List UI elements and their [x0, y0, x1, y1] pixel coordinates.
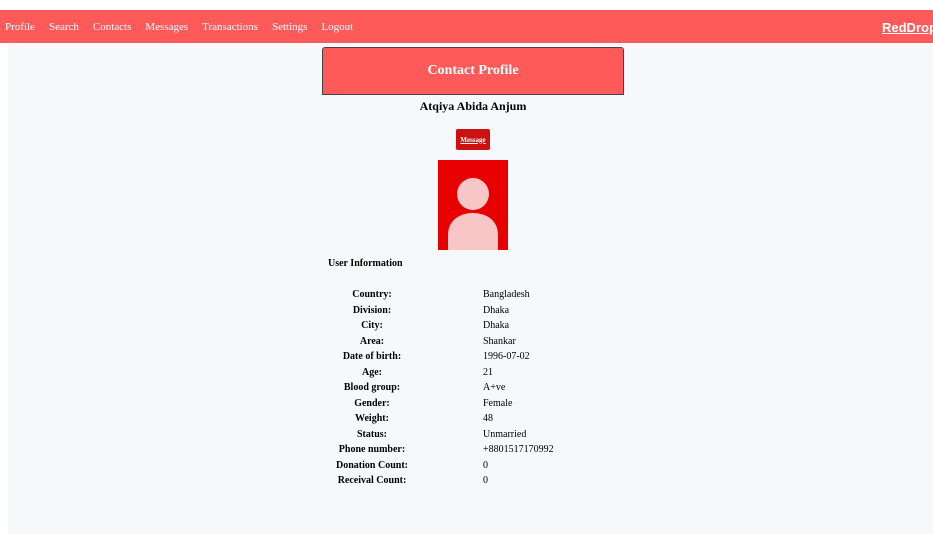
contact-name: Atqiya Abida Anjum	[419, 99, 527, 113]
brand-logo[interactable]: RedDrop	[881, 14, 933, 40]
top-navbar: Profile Search Contacts Messages Transac…	[0, 10, 933, 43]
info-value: Dhaka	[483, 304, 510, 316]
user-information-heading: User Information	[328, 258, 403, 269]
nav-contacts-link[interactable]: Contacts	[93, 21, 132, 33]
info-row-phone-number: Phone number: +8801517170992	[316, 442, 554, 458]
info-row-division: Division: Dhaka	[316, 303, 554, 319]
info-label: Area:	[359, 335, 385, 347]
nav-links: Profile Search Contacts Messages Transac…	[0, 21, 367, 33]
info-label: Weight:	[355, 413, 389, 425]
info-row-age: Age: 21	[316, 365, 554, 381]
info-value: Bangladesh	[483, 289, 530, 301]
info-value: Unmarried	[483, 428, 527, 440]
page: Profile Search Contacts Messages Transac…	[0, 0, 933, 534]
info-label: Gender:	[354, 397, 390, 409]
info-row-gender: Gender: Female	[316, 396, 554, 412]
info-row-donation-count: Donation Count: 0	[316, 458, 554, 474]
info-value: 0	[483, 475, 488, 487]
info-row-status: Status: Unmarried	[316, 427, 554, 443]
info-label: Phone number:	[338, 444, 406, 456]
info-row-blood-group: Blood group: A+ve	[316, 380, 554, 396]
info-value: 48	[483, 413, 493, 425]
nav-logout-link[interactable]: Logout	[321, 21, 353, 33]
nav-profile-link[interactable]: Profile	[5, 21, 35, 33]
info-value: 0	[483, 459, 488, 471]
message-button[interactable]: Message	[456, 129, 490, 150]
nav-settings-link[interactable]: Settings	[272, 21, 307, 33]
info-value: 1996-07-02	[483, 351, 530, 363]
info-value: 21	[483, 366, 493, 378]
brand-name: RedDrop	[882, 19, 933, 35]
info-label: Age:	[362, 366, 382, 378]
info-value: Dhaka	[483, 320, 510, 332]
info-row-receival-count: Receival Count: 0	[316, 473, 554, 489]
info-label: Blood group:	[343, 382, 401, 394]
info-row-area: Area: Shankar	[316, 334, 554, 350]
nav-transactions-link[interactable]: Transactions	[202, 21, 258, 33]
info-label: Receival Count:	[337, 475, 407, 487]
info-label: Date of birth:	[342, 351, 402, 363]
info-label: City:	[361, 320, 383, 332]
contact-profile-header: Contact Profile	[322, 47, 624, 95]
info-value: Shankar	[483, 335, 516, 347]
nav-search-link[interactable]: Search	[49, 21, 79, 33]
info-value: Female	[483, 397, 513, 409]
info-row-date-of-birth: Date of birth: 1996-07-02	[316, 349, 554, 365]
info-value: +8801517170992	[483, 444, 554, 456]
info-row-city: City: Dhaka	[316, 318, 554, 334]
message-button-label: Message	[460, 135, 486, 144]
info-row-weight: Weight: 48	[316, 411, 554, 427]
info-row-country: Country: Bangladesh	[316, 287, 554, 303]
user-info-table: Country: Bangladesh Division: Dhaka City…	[316, 287, 554, 489]
page-title: Contact Profile	[427, 63, 519, 78]
nav-messages-link[interactable]: Messages	[145, 21, 188, 33]
info-label: Division:	[352, 304, 392, 316]
user-avatar-icon	[448, 178, 498, 250]
avatar	[438, 160, 508, 250]
info-value: A+ve	[483, 382, 506, 394]
info-label: Country:	[352, 289, 392, 301]
info-label: Donation Count:	[336, 459, 408, 471]
info-label: Status:	[356, 428, 387, 440]
